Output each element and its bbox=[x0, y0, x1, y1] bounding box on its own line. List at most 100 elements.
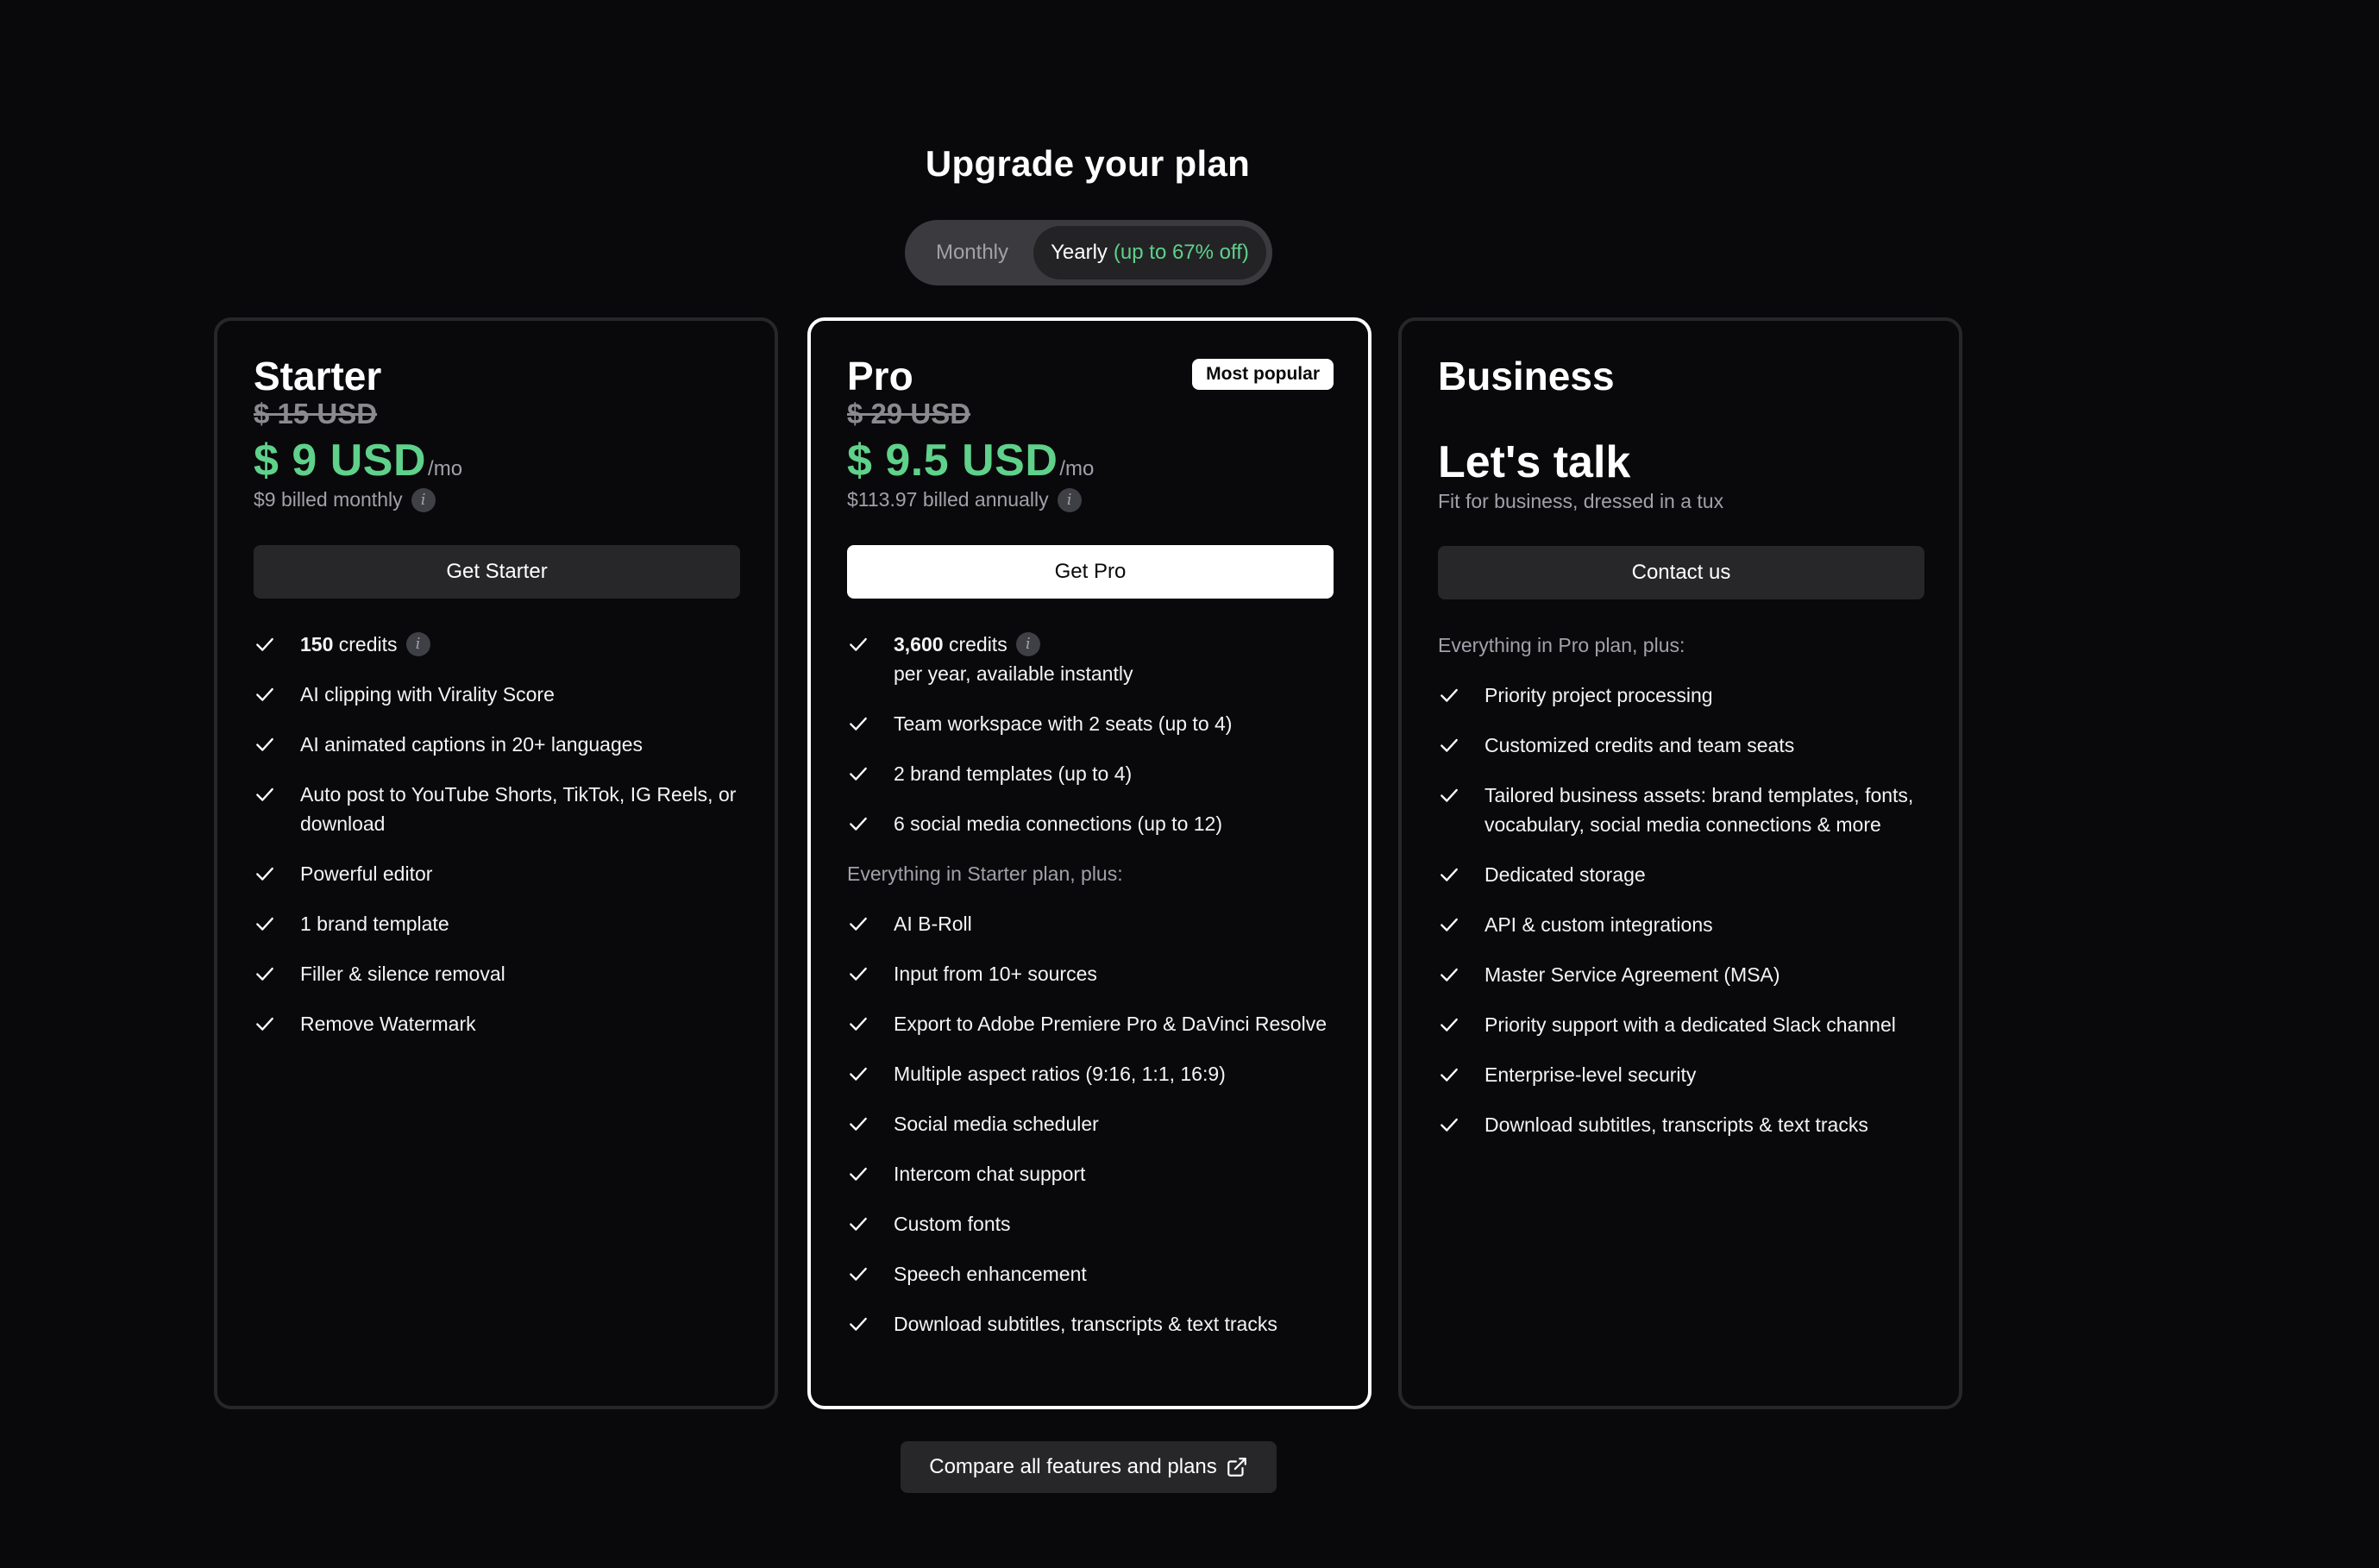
compare-plans-label: Compare all features and plans bbox=[929, 1455, 1217, 1478]
feature-item: Multiple aspect ratios (9:16, 1:1, 16:9) bbox=[847, 1059, 1332, 1088]
check-icon bbox=[847, 1159, 875, 1189]
plan-card-pro: Most popular Pro $ 29 USD $ 9.5 USD /mo … bbox=[807, 317, 1372, 1409]
feature-item: 1 brand template bbox=[254, 909, 738, 938]
feature-text: Customized credits and team seats bbox=[1485, 731, 1794, 760]
feature-label: Priority support with a dedicated Slack … bbox=[1485, 1013, 1896, 1036]
feature-text: Dedicated storage bbox=[1485, 860, 1646, 889]
external-link-icon bbox=[1227, 1458, 1246, 1477]
check-icon bbox=[254, 680, 281, 709]
get-starter-button[interactable]: Get Starter bbox=[254, 544, 740, 599]
feature-item: 150 credits i bbox=[254, 630, 738, 659]
feature-text: Powerful editor bbox=[300, 859, 432, 888]
feature-item: Export to Adobe Premiere Pro & DaVinci R… bbox=[847, 1009, 1332, 1038]
feature-text: Enterprise-level security bbox=[1485, 1060, 1696, 1089]
billing-note: $113.97 billed annually i bbox=[847, 487, 1332, 512]
feature-label: Tailored business assets: brand template… bbox=[1485, 783, 1919, 836]
check-icon bbox=[1438, 1010, 1466, 1039]
check-icon bbox=[1438, 860, 1466, 889]
check-icon bbox=[847, 1059, 875, 1088]
feature-text: Auto post to YouTube Shorts, TikTok, IG … bbox=[300, 780, 738, 838]
yearly-discount-label: (up to 67% off) bbox=[1113, 241, 1249, 264]
price-row: $ 9 USD /mo bbox=[254, 435, 738, 486]
feature-item: Tailored business assets: brand template… bbox=[1438, 781, 1923, 839]
check-icon bbox=[847, 1209, 875, 1239]
feature-highlight: 150 bbox=[300, 632, 334, 655]
check-icon bbox=[847, 1259, 875, 1289]
get-pro-button[interactable]: Get Pro bbox=[847, 544, 1334, 599]
check-icon bbox=[1438, 1110, 1466, 1139]
info-icon[interactable]: i bbox=[1015, 631, 1040, 656]
feature-label: AI animated captions in 20+ languages bbox=[300, 732, 643, 756]
feature-item: Auto post to YouTube Shorts, TikTok, IG … bbox=[254, 780, 738, 838]
billing-toggle[interactable]: Monthly Yearly (up to 67% off) bbox=[905, 220, 1272, 285]
feature-label: API & custom integrations bbox=[1485, 913, 1713, 936]
feature-item: 6 social media connections (up to 12) bbox=[847, 809, 1332, 838]
feature-item: Powerful editor bbox=[254, 859, 738, 888]
price-row: $ 9.5 USD /mo bbox=[847, 435, 1332, 486]
feature-label: Social media scheduler bbox=[894, 1112, 1099, 1135]
plan-card-business: Business Let's talk Fit for business, dr… bbox=[1398, 317, 1962, 1409]
feature-highlight: 3,600 bbox=[894, 632, 944, 655]
feature-text: Priority project processing bbox=[1485, 681, 1713, 710]
feature-item: API & custom integrations bbox=[1438, 910, 1923, 939]
feature-subtitle: Everything in Pro plan, plus: bbox=[1438, 633, 1685, 656]
old-price: $ 15 USD bbox=[254, 397, 378, 430]
pricing-page: Upgrade your plan Monthly Yearly (up to … bbox=[0, 0, 2379, 1568]
price-period: /mo bbox=[1059, 456, 1095, 480]
feature-subtitle: Everything in Starter plan, plus: bbox=[847, 862, 1123, 885]
feature-item: Download subtitles, transcripts & text t… bbox=[847, 1309, 1332, 1339]
feature-item: Speech enhancement bbox=[847, 1259, 1332, 1289]
feature-text: Filler & silence removal bbox=[300, 959, 505, 988]
info-icon[interactable]: i bbox=[411, 487, 436, 512]
old-price: $ 29 USD bbox=[847, 397, 971, 430]
feature-label: Custom fonts bbox=[894, 1212, 1011, 1235]
feature-text: Tailored business assets: brand template… bbox=[1485, 781, 1923, 839]
feature-text: 3,600 credits i per year, available instan… bbox=[894, 630, 1133, 688]
feature-text: Remove Watermark bbox=[300, 1009, 476, 1038]
billing-option-monthly[interactable]: Monthly bbox=[911, 226, 1033, 279]
feature-text: Export to Adobe Premiere Pro & DaVinci R… bbox=[894, 1009, 1327, 1038]
check-icon bbox=[1438, 910, 1466, 939]
feature-label: 6 social media connections (up to 12) bbox=[894, 812, 1222, 835]
feature-label: Multiple aspect ratios (9:16, 1:1, 16:9) bbox=[894, 1062, 1226, 1085]
check-icon bbox=[847, 1009, 875, 1038]
billing-note-text: $9 billed monthly bbox=[254, 488, 403, 511]
feature-label: Remove Watermark bbox=[300, 1012, 476, 1035]
feature-item: AI animated captions in 20+ languages bbox=[254, 730, 738, 759]
feature-item: Input from 10+ sources bbox=[847, 959, 1332, 988]
feature-label: credits bbox=[333, 632, 398, 655]
feature-item: 3,600 credits i per year, available instan… bbox=[847, 630, 1332, 688]
feature-text: 1 brand template bbox=[300, 909, 449, 938]
feature-text: Download subtitles, transcripts & text t… bbox=[1485, 1110, 1868, 1139]
feature-label: Download subtitles, transcripts & text t… bbox=[1485, 1113, 1868, 1136]
feature-label: Filler & silence removal bbox=[300, 962, 505, 985]
check-icon bbox=[254, 780, 281, 809]
feature-item: Remove Watermark bbox=[254, 1009, 738, 1038]
feature-label: 2 brand templates (up to 4) bbox=[894, 762, 1133, 785]
check-icon bbox=[254, 859, 281, 888]
feature-item: AI B-Roll bbox=[847, 909, 1332, 938]
feature-text: Input from 10+ sources bbox=[894, 959, 1097, 988]
feature-item: Dedicated storage bbox=[1438, 860, 1923, 889]
contact-us-button[interactable]: Contact us bbox=[1438, 545, 1924, 599]
check-icon bbox=[1438, 731, 1466, 760]
feature-group: AI B-Roll Input from 10+ sources Export to… bbox=[847, 909, 1332, 1339]
check-icon bbox=[1438, 681, 1466, 710]
most-popular-badge: Most popular bbox=[1192, 359, 1334, 390]
check-icon bbox=[254, 959, 281, 988]
plan-card-starter: Starter $ 15 USD $ 9 USD /mo $9 billed m… bbox=[214, 317, 778, 1409]
feature-label: Speech enhancement bbox=[894, 1262, 1087, 1285]
feature-item: Enterprise-level security bbox=[1438, 1060, 1923, 1089]
info-icon[interactable]: i bbox=[1057, 487, 1082, 512]
feature-text: Download subtitles, transcripts & text t… bbox=[894, 1309, 1277, 1339]
feature-item: Custom fonts bbox=[847, 1209, 1332, 1239]
business-headline: Let's talk bbox=[1438, 436, 1631, 487]
feature-label: Master Service Agreement (MSA) bbox=[1485, 963, 1780, 986]
info-icon[interactable]: i bbox=[405, 631, 430, 656]
check-icon bbox=[847, 1309, 875, 1339]
billing-option-monthly-label: Monthly bbox=[935, 241, 1009, 264]
check-icon bbox=[1438, 781, 1466, 810]
price: $ 9.5 USD bbox=[847, 435, 1058, 486]
compare-plans-button[interactable]: Compare all features and plans bbox=[901, 1441, 1277, 1493]
billing-option-yearly[interactable]: Yearly (up to 67% off) bbox=[1033, 226, 1266, 279]
